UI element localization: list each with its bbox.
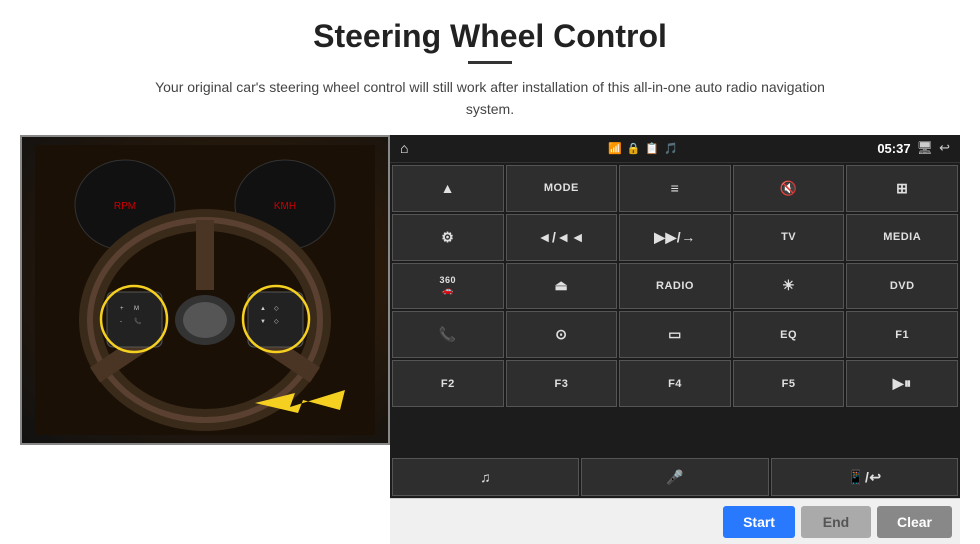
clear-button[interactable]: Clear — [877, 506, 952, 538]
control-panel: ⌂ 📶 🔒 📋 🎵 05:37 🖥 ↩ — [390, 135, 960, 498]
svg-text:▲: ▲ — [260, 306, 266, 312]
media-btn[interactable]: MEDIA — [846, 214, 958, 261]
svg-text:KMH: KMH — [274, 201, 296, 212]
playpause-icon: ▶⏸ — [893, 375, 912, 392]
f4-btn[interactable]: F4 — [619, 360, 731, 407]
list-icon: ≡ — [671, 180, 680, 196]
mode-label: MODE — [544, 182, 579, 194]
f2-btn[interactable]: F2 — [392, 360, 504, 407]
f4-label: F4 — [668, 378, 682, 390]
next-btn[interactable]: ▶▶/→ — [619, 214, 731, 261]
svg-text:◇: ◇ — [274, 319, 279, 325]
f3-label: F3 — [554, 378, 568, 390]
eject-btn[interactable]: ⏏ — [506, 263, 618, 310]
gps-icon: ⊙ — [555, 326, 567, 343]
phone-icon: 📞 — [439, 326, 457, 343]
lock-icon: 🔒 — [627, 142, 641, 155]
bright-btn[interactable]: ☀ — [733, 263, 845, 310]
eq-label: EQ — [780, 329, 797, 341]
bottom-bar: Start End Clear — [390, 498, 960, 544]
time-display: 05:37 — [877, 141, 910, 156]
playpause-btn[interactable]: ▶⏸ — [846, 360, 958, 407]
list-btn[interactable]: ≡ — [619, 165, 731, 212]
page-subtitle: Your original car's steering wheel contr… — [150, 76, 830, 121]
status-time: 05:37 🖥 ↩ — [877, 140, 950, 156]
mute-btn[interactable]: 🔇 — [733, 165, 845, 212]
nav-btn[interactable]: ▲ — [392, 165, 504, 212]
prev-icon: ◄/◄◄ — [538, 229, 585, 245]
mode-btn[interactable]: MODE — [506, 165, 618, 212]
prev-btn[interactable]: ◄/◄◄ — [506, 214, 618, 261]
mic-btn[interactable]: 🎤 — [581, 458, 768, 496]
tv-label: TV — [781, 231, 796, 243]
page-title: Steering Wheel Control — [313, 18, 667, 55]
status-left: ⌂ — [400, 140, 408, 156]
dvd-label: DVD — [890, 280, 915, 292]
f1-label: F1 — [895, 329, 909, 341]
nav-icon: ▲ — [441, 180, 455, 196]
title-divider — [468, 61, 512, 64]
radio-label: RADIO — [656, 280, 694, 292]
eq-btn[interactable]: EQ — [733, 311, 845, 358]
media-label: MEDIA — [883, 231, 921, 243]
content-row: RPM KMH + M - 📞 — [20, 135, 960, 544]
svg-text:◇: ◇ — [274, 306, 279, 312]
cam360-btn[interactable]: 360🚗 — [392, 263, 504, 310]
phone-btn[interactable]: 📞 — [392, 311, 504, 358]
eject-icon: ⏏ — [555, 277, 569, 294]
control-panel-wrapper: ⌂ 📶 🔒 📋 🎵 05:37 🖥 ↩ — [390, 135, 960, 544]
status-bar: ⌂ 📶 🔒 📋 🎵 05:37 🖥 ↩ — [390, 135, 960, 163]
home-icon[interactable]: ⌂ — [400, 140, 408, 156]
mic-icon: 🎤 — [666, 469, 684, 486]
bluetooth-icon: 🎵 — [664, 142, 678, 155]
svg-text:RPM: RPM — [114, 201, 136, 212]
music-icon: ♫ — [480, 469, 491, 485]
back-icon[interactable]: ↩ — [939, 140, 950, 156]
cam360-icon: 360🚗 — [440, 275, 457, 296]
callend-icon: 📱/↩ — [847, 469, 882, 486]
settings-btn[interactable]: ⚙ — [392, 214, 504, 261]
start-button[interactable]: Start — [723, 506, 795, 538]
radio-btn[interactable]: RADIO — [619, 263, 731, 310]
brightness-icon: ☀ — [782, 277, 795, 294]
svg-text:📞: 📞 — [134, 317, 142, 325]
mute-icon: 🔇 — [780, 180, 798, 197]
svg-text:-: - — [120, 319, 122, 325]
f3-btn[interactable]: F3 — [506, 360, 618, 407]
gps-btn[interactable]: ⊙ — [506, 311, 618, 358]
svg-text:+: + — [120, 306, 124, 312]
svg-text:▼: ▼ — [260, 319, 266, 325]
music-btn[interactable]: ♫ — [392, 458, 579, 496]
next-icon: ▶▶/→ — [654, 229, 695, 246]
steering-wheel-image: RPM KMH + M - 📞 — [20, 135, 390, 445]
wifi-icon: 📶 — [608, 142, 622, 155]
tv-btn[interactable]: TV — [733, 214, 845, 261]
rect-btn[interactable]: ▭ — [619, 311, 731, 358]
apps-icon: ⊞ — [896, 180, 908, 197]
f5-label: F5 — [782, 378, 796, 390]
screen-icon[interactable]: 🖥 — [917, 140, 934, 156]
svg-text:M: M — [134, 306, 139, 312]
rect-icon: ▭ — [668, 326, 682, 343]
steering-wheel-svg: RPM KMH + M - 📞 — [35, 145, 375, 435]
f1-btn[interactable]: F1 — [846, 311, 958, 358]
f5-btn[interactable]: F5 — [733, 360, 845, 407]
apps-btn[interactable]: ⊞ — [846, 165, 958, 212]
f2-label: F2 — [441, 378, 455, 390]
sim-icon: 📋 — [645, 142, 659, 155]
dvd-btn[interactable]: DVD — [846, 263, 958, 310]
last-row: ♫ 🎤 📱/↩ — [390, 458, 960, 498]
status-icons: 📶 🔒 📋 🎵 — [608, 142, 678, 155]
end-button[interactable]: End — [801, 506, 871, 538]
callend-btn[interactable]: 📱/↩ — [771, 458, 958, 496]
settings-icon: ⚙ — [441, 229, 454, 246]
button-grid: ▲ MODE ≡ 🔇 ⊞ ⚙ ◄/◄◄ ▶▶/→ TV MEDIA 360🚗 ⏏… — [390, 163, 960, 458]
